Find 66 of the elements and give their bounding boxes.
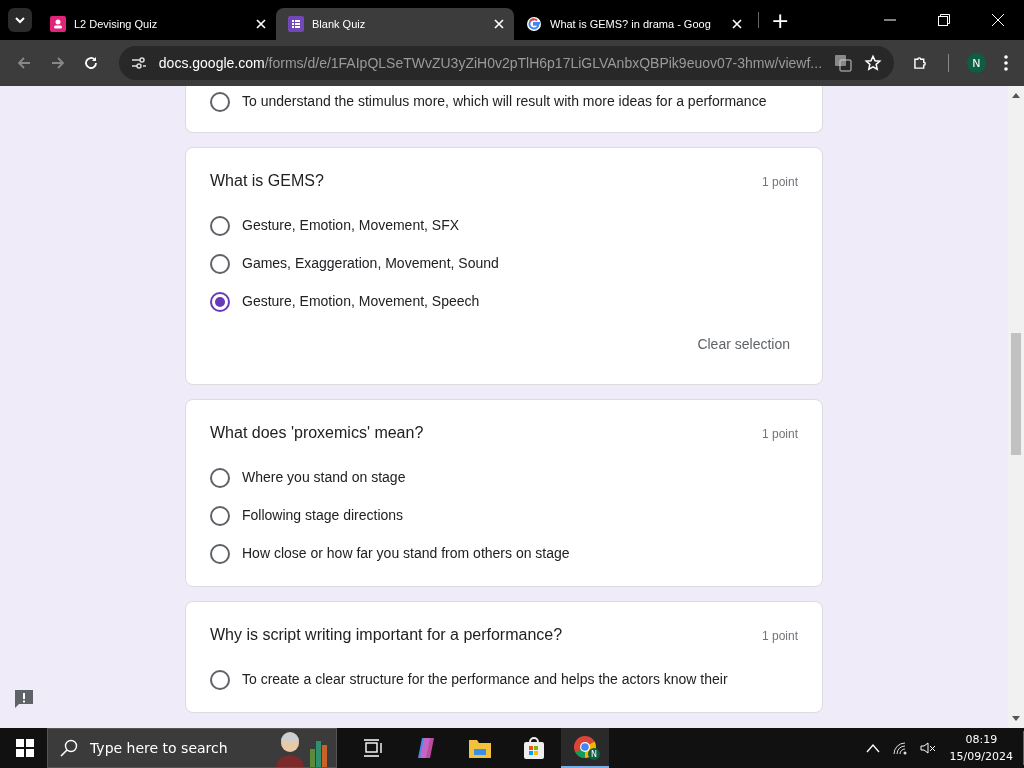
chevron-up-icon[interactable] xyxy=(865,743,880,753)
reload-icon[interactable] xyxy=(83,55,99,71)
option-label: To create a clear structure for the performance and helps the actors know their xyxy=(242,670,728,689)
store-icon[interactable] xyxy=(522,736,546,760)
option-label: Gesture, Emotion, Movement, Speech xyxy=(242,292,480,311)
option-label: To understand the stimulus more, which will result with more ideas for a performance xyxy=(242,92,767,111)
forward-icon[interactable] xyxy=(49,55,66,71)
scroll-down-icon[interactable] xyxy=(1012,716,1020,722)
close-icon[interactable] xyxy=(732,19,742,29)
taskbar-chrome-button[interactable]: N xyxy=(561,728,609,768)
google-icon xyxy=(526,16,542,32)
search-icon xyxy=(60,739,78,757)
option-label: Where you stand on stage xyxy=(242,468,406,487)
clock[interactable]: 08:19 15/09/2024 xyxy=(941,731,1024,765)
radio-button[interactable] xyxy=(210,468,230,488)
browser-tab[interactable]: What is GEMS? in drama - Goog xyxy=(514,8,752,40)
feedback-icon[interactable] xyxy=(13,688,35,710)
tab-search-button[interactable] xyxy=(8,8,32,32)
wifi-icon[interactable] xyxy=(891,741,908,755)
scroll-up-icon[interactable] xyxy=(1012,92,1020,98)
option-label: Following stage directions xyxy=(242,506,404,525)
site-settings-icon[interactable] xyxy=(130,55,147,71)
points-label: 1 point xyxy=(761,629,798,643)
profile-badge: N xyxy=(588,748,600,760)
star-icon[interactable] xyxy=(864,54,883,72)
restore-icon[interactable] xyxy=(938,14,950,26)
taskbar-search-field[interactable]: Type here to search xyxy=(47,728,337,768)
clear-selection-button[interactable]: Clear selection xyxy=(689,328,798,360)
close-icon[interactable] xyxy=(992,14,1004,26)
chrome-icon xyxy=(573,735,597,759)
folder-icon[interactable] xyxy=(468,737,492,759)
radio-button[interactable] xyxy=(210,292,230,312)
points-label: 1 point xyxy=(761,175,798,189)
translate-icon[interactable] xyxy=(834,54,853,72)
radio-button[interactable] xyxy=(210,670,230,690)
scrollbar[interactable] xyxy=(1008,86,1024,728)
address-bar[interactable]: docs.google.com/forms/d/e/1FAIpQLSeTWvZU3yZiH0v2pTlH6p17LiGLVAnbxQBPik9euov07-3hmw/viewf... xyxy=(118,46,895,80)
points-label: 1 point xyxy=(761,427,798,441)
form-icon xyxy=(288,16,304,32)
scrollbar-thumb[interactable] xyxy=(1011,333,1021,455)
close-icon[interactable] xyxy=(256,19,266,29)
option-label: How close or how far you stand from others on stage xyxy=(242,544,570,563)
menu-icon[interactable] xyxy=(1004,55,1008,71)
profile-avatar[interactable]: N xyxy=(966,53,987,73)
chevron-icon xyxy=(14,16,26,24)
browser-tab[interactable]: L2 Devising Quiz xyxy=(38,8,276,40)
radio-button[interactable] xyxy=(210,216,230,236)
browser-tab[interactable]: Blank Quiz xyxy=(276,8,514,40)
option-label: Games, Exaggeration, Movement, Sound xyxy=(242,254,499,273)
back-icon[interactable] xyxy=(16,55,32,71)
close-icon[interactable] xyxy=(494,19,504,29)
radio-button[interactable] xyxy=(210,506,230,526)
windows-start-icon[interactable] xyxy=(16,739,34,757)
radio-button[interactable] xyxy=(210,254,230,274)
task-view-icon[interactable] xyxy=(364,739,384,757)
date-label: 15/09/2024 xyxy=(949,749,1013,765)
form-icon xyxy=(50,16,66,32)
muted-speaker-icon[interactable] xyxy=(919,741,936,755)
new-tab-button[interactable]: + xyxy=(765,7,796,33)
radio-button[interactable] xyxy=(210,544,230,564)
question-title: What does 'proxemics' mean? xyxy=(210,424,424,442)
option-label: Gesture, Emotion, Movement, SFX xyxy=(242,216,460,235)
question-title: Why is script writing important for a performance? xyxy=(210,626,563,644)
time-label: 08:19 xyxy=(965,732,998,748)
radio-button[interactable] xyxy=(210,92,230,112)
question-title: What is GEMS? xyxy=(210,172,324,190)
